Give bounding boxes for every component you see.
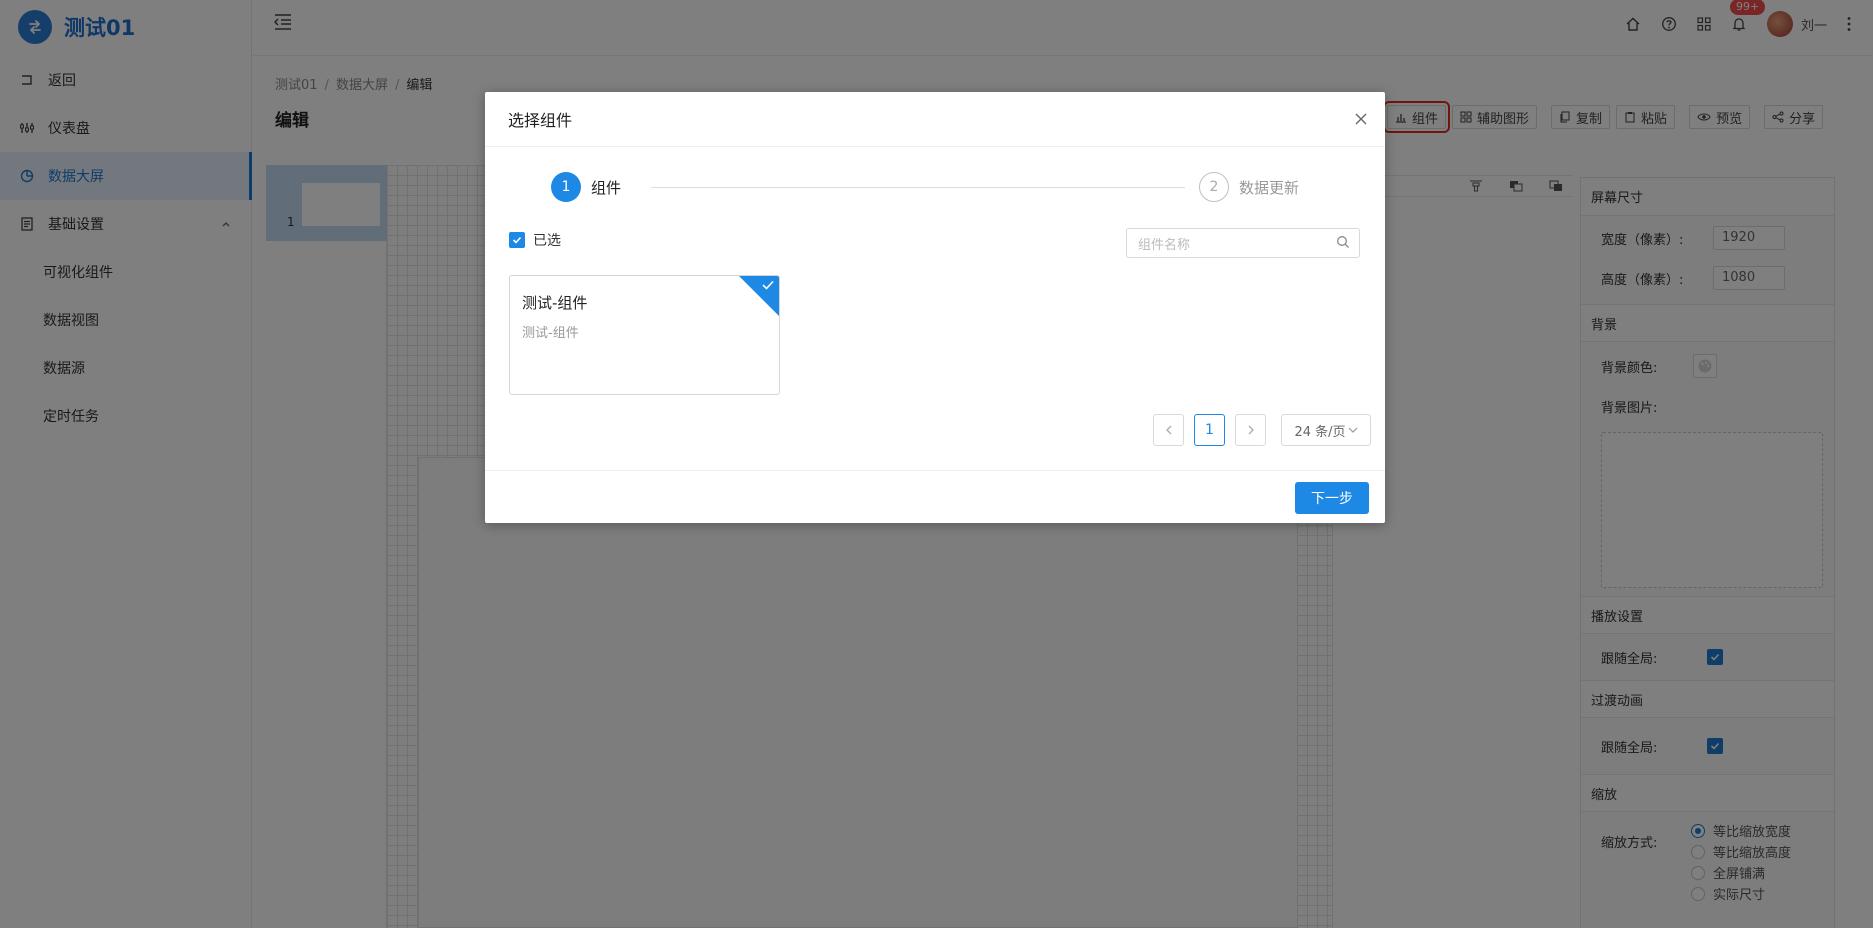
selected-label: 已选 xyxy=(533,233,561,249)
page-size-select[interactable]: 24 条/页 xyxy=(1281,414,1371,446)
component-search-input[interactable]: 组件名称 xyxy=(1126,228,1360,258)
next-page-button[interactable] xyxy=(1235,414,1266,446)
close-icon[interactable] xyxy=(1354,111,1368,130)
step-label: 数据更新 xyxy=(1239,178,1300,197)
step-component: 1 组件 xyxy=(551,172,621,202)
search-icon[interactable] xyxy=(1336,235,1350,253)
step-connector xyxy=(651,187,1185,188)
prev-page-button[interactable] xyxy=(1153,414,1184,446)
card-title: 测试-组件 xyxy=(522,294,588,312)
dialog-footer-divider xyxy=(485,470,1385,471)
step-number: 1 xyxy=(551,172,581,202)
chevron-left-icon xyxy=(1165,425,1171,435)
select-component-dialog: 选择组件 1 组件 2 数据更新 已选 组件名称 测试-组件 测试-组件 1 2… xyxy=(485,92,1385,523)
selected-filter-checkbox[interactable]: 已选 xyxy=(509,230,561,250)
check-icon xyxy=(761,279,775,295)
dialog-title: 选择组件 xyxy=(508,111,573,130)
chevron-right-icon xyxy=(1248,425,1254,435)
next-step-button[interactable]: 下一步 xyxy=(1295,482,1369,514)
pagination: 1 24 条/页 xyxy=(1153,414,1371,446)
page-number-button[interactable]: 1 xyxy=(1194,414,1225,446)
step-label: 组件 xyxy=(591,178,622,197)
step-number: 2 xyxy=(1199,172,1229,202)
step-data-update: 2 数据更新 xyxy=(1199,172,1299,202)
page-size-value: 24 条/页 xyxy=(1294,424,1346,440)
dialog-header: 选择组件 xyxy=(485,92,1385,147)
chevron-down-icon xyxy=(1348,427,1357,433)
component-card[interactable]: 测试-组件 测试-组件 xyxy=(509,275,780,395)
steps: 1 组件 2 数据更新 xyxy=(551,172,1305,202)
search-placeholder: 组件名称 xyxy=(1138,237,1191,253)
check-icon xyxy=(509,232,525,248)
card-subtitle: 测试-组件 xyxy=(522,326,579,341)
